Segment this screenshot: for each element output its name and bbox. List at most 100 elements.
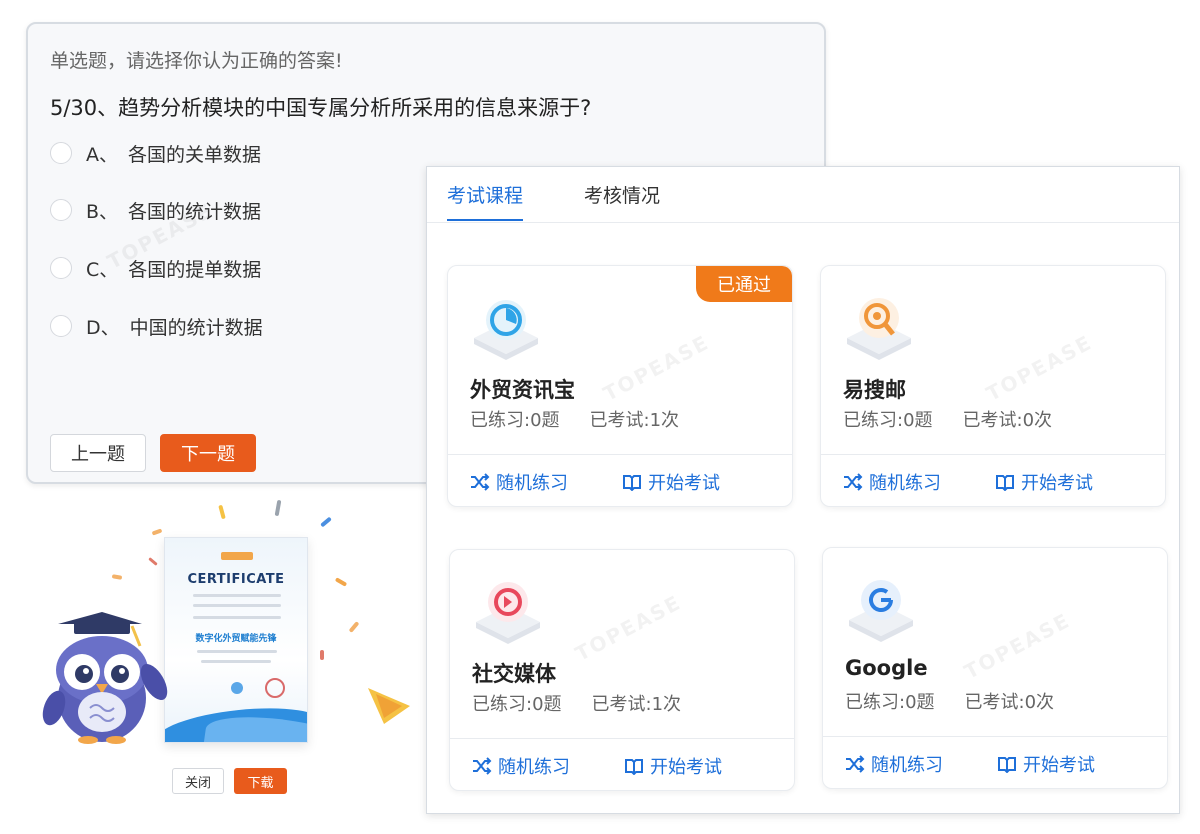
book-icon [625, 759, 643, 775]
quiz-hint: 单选题，请选择你认为正确的答案! [50, 50, 343, 72]
start-exam-button[interactable]: 开始考试 [997, 751, 1095, 777]
option-letter: D、 [86, 316, 120, 339]
practiced-count: 已练习:0题 [470, 410, 560, 431]
option-letter: B、 [86, 200, 119, 223]
start-exam-label: 开始考试 [650, 757, 722, 778]
confetti [218, 504, 226, 520]
random-practice-label: 随机练习 [871, 755, 943, 776]
course-name: 外贸资讯宝 [470, 378, 575, 402]
card-actions: 随机练习 开始考试 [450, 738, 794, 790]
exam-panel: 考试课程 考核情况 已通过 外贸资讯宝 已练习:0题 已考试:1次 TOPEAS… [426, 166, 1180, 814]
watermark: TOPEASE [571, 590, 686, 666]
next-question-button[interactable]: 下一题 [160, 434, 256, 472]
shuffle-icon [844, 473, 863, 491]
tab-assessment[interactable]: 考核情况 [584, 181, 660, 208]
option-d[interactable]: D、 中国的统计数据 [50, 311, 263, 341]
confetti [320, 516, 332, 528]
book-icon [998, 757, 1016, 773]
confetti [334, 577, 348, 587]
google-g-icon [849, 580, 913, 642]
start-exam-button[interactable]: 开始考试 [622, 469, 720, 495]
book-icon [623, 475, 641, 491]
question-text: 5/30、趋势分析模块的中国专属分析所采用的信息来源于? [50, 96, 592, 120]
divider [201, 660, 271, 663]
search-magnifier-icon [847, 298, 911, 360]
certificate-title: CERTIFICATE [187, 572, 285, 587]
course-card: Google 已练习:0题 已考试:0次 TOPEASE 随机练习 开始考试 [822, 547, 1168, 789]
passed-badge: 已通过 [696, 266, 792, 302]
course-stats: 已练习:0题 已考试:1次 [470, 406, 679, 432]
divider [193, 604, 281, 607]
start-exam-button[interactable]: 开始考试 [995, 469, 1093, 495]
book-icon [996, 475, 1014, 491]
shuffle-icon [471, 473, 490, 491]
confetti [348, 621, 360, 633]
tab-exam-courses[interactable]: 考试课程 [447, 181, 524, 221]
course-card: 社交媒体 已练习:0题 已考试:1次 TOPEASE 随机练习 开始考试 [449, 549, 795, 791]
course-card: 已通过 外贸资讯宝 已练习:0题 已考试:1次 TOPEASE 随机练习 开始考… [447, 265, 793, 507]
certificate-subtitle: 数字化外贸赋能先锋 [195, 634, 277, 644]
option-letter: A、 [86, 143, 118, 166]
confetti [148, 557, 158, 566]
radio-icon[interactable] [50, 142, 72, 164]
radio-icon[interactable] [50, 315, 72, 337]
option-text: 各国的提单数据 [128, 258, 262, 281]
course-stats: 已练习:0题 已考试:0次 [845, 688, 1054, 714]
certificate-card: CERTIFICATE 数字化外贸赋能先锋 [164, 537, 308, 743]
watermark: TOPEASE [960, 608, 1075, 684]
card-actions: 随机练习 开始考试 [821, 454, 1165, 506]
practiced-count: 已练习:0题 [845, 692, 935, 713]
party-popper-icon [368, 688, 410, 724]
shuffle-icon [846, 755, 865, 773]
random-practice-label: 随机练习 [869, 473, 941, 494]
chart-clock-icon [474, 300, 538, 360]
certificate-badge-icon [231, 682, 243, 694]
random-practice-button[interactable]: 随机练习 [470, 469, 568, 495]
shuffle-icon [473, 757, 492, 775]
close-certificate-button[interactable]: 关闭 [172, 768, 224, 794]
watermark: TOPEASE [982, 330, 1097, 406]
course-name: 易搜邮 [843, 378, 906, 402]
prev-question-button[interactable]: 上一题 [50, 434, 146, 472]
confetti [320, 650, 324, 660]
divider [197, 650, 277, 653]
start-exam-button[interactable]: 开始考试 [624, 753, 722, 779]
confetti [111, 574, 123, 580]
random-practice-button[interactable]: 随机练习 [843, 469, 941, 495]
random-practice-button[interactable]: 随机练习 [845, 751, 943, 777]
course-name: 社交媒体 [472, 662, 556, 686]
tested-count: 已考试:0次 [962, 410, 1053, 431]
start-exam-label: 开始考试 [648, 473, 720, 494]
course-stats: 已练习:0题 已考试:1次 [472, 690, 681, 716]
stamp-seal-icon [265, 678, 285, 698]
start-exam-label: 开始考试 [1021, 473, 1093, 494]
download-certificate-button[interactable]: 下载 [234, 768, 287, 794]
random-practice-button[interactable]: 随机练习 [472, 753, 570, 779]
option-c[interactable]: C、 各国的提单数据 [50, 253, 261, 283]
radio-icon[interactable] [50, 257, 72, 279]
random-practice-label: 随机练习 [496, 473, 568, 494]
tested-count: 已考试:1次 [591, 694, 682, 715]
course-stats: 已练习:0题 已考试:0次 [843, 406, 1052, 432]
tested-count: 已考试:1次 [589, 410, 680, 431]
start-exam-label: 开始考试 [1023, 755, 1095, 776]
tested-count: 已考试:0次 [964, 692, 1055, 713]
owl-mascot-icon [42, 612, 168, 744]
divider [193, 616, 281, 619]
course-name: Google [845, 656, 928, 680]
confetti [151, 528, 163, 536]
card-actions: 随机练习 开始考试 [448, 454, 792, 506]
tab-bar: 考试课程 考核情况 [427, 167, 1179, 223]
divider [193, 594, 281, 597]
watermark: TOPEASE [599, 330, 714, 406]
option-text: 各国的关单数据 [128, 143, 262, 166]
option-b[interactable]: B、 各国的统计数据 [50, 195, 261, 225]
certificate-logo [221, 552, 253, 560]
option-text: 中国的统计数据 [129, 316, 263, 339]
social-media-icon [476, 582, 540, 644]
option-a[interactable]: A、 各国的关单数据 [50, 138, 261, 168]
practiced-count: 已练习:0题 [472, 694, 562, 715]
practiced-count: 已练习:0题 [843, 410, 933, 431]
radio-icon[interactable] [50, 199, 72, 221]
card-actions: 随机练习 开始考试 [823, 736, 1167, 788]
